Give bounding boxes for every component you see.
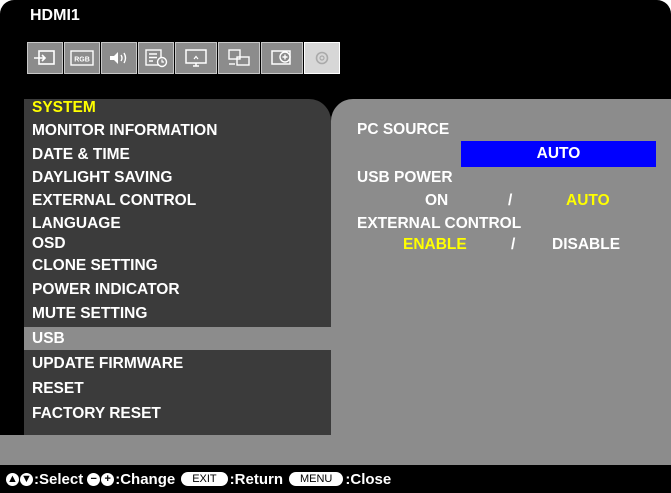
protect-icon[interactable] <box>261 42 303 74</box>
menu-item-power-indicator[interactable]: POWER INDICATOR <box>32 281 180 299</box>
footer-help-bar: ▲ ▼ :Select − + :Change EXIT :Return MEN… <box>0 465 671 493</box>
rgb-label: RGB <box>74 57 90 64</box>
menu-item-reset[interactable]: RESET <box>32 380 84 398</box>
input-source-title: HDMI1 <box>30 7 80 24</box>
footer-change: :Change <box>115 470 176 488</box>
external-control-option-disable[interactable]: DISABLE <box>552 236 620 254</box>
external-control-separator: / <box>511 236 516 253</box>
menu-item-external-control[interactable]: EXTERNAL CONTROL <box>32 192 196 210</box>
menu-item-clone-setting[interactable]: CLONE SETTING <box>32 257 158 275</box>
menu-item-update-firmware[interactable]: UPDATE FIRMWARE <box>32 355 183 373</box>
usb-power-option-auto[interactable]: AUTO <box>566 192 610 210</box>
bottom-strip <box>0 435 671 465</box>
menu-item-date-time[interactable]: DATE & TIME <box>32 146 130 164</box>
system-icon[interactable] <box>304 42 340 74</box>
schedule-icon[interactable] <box>138 42 174 74</box>
up-arrow-icon: ▲ <box>6 472 19 486</box>
menu-item-usb[interactable]: USB <box>32 330 65 348</box>
menu-header-system: SYSTEM <box>32 99 96 116</box>
osd-window: HDMI1 RGB SYSTEM MONITOR INFORMATION DAT… <box>0 0 671 493</box>
usb-power-label: USB POWER <box>357 169 453 186</box>
selected-item-highlight <box>24 327 331 350</box>
input-icon[interactable] <box>27 42 63 74</box>
usb-power-option-on[interactable]: ON <box>425 192 448 210</box>
monitor-icon[interactable] <box>175 42 217 74</box>
footer-close: :Close <box>345 470 392 488</box>
menu-item-daylight-saving[interactable]: DAYLIGHT SAVING <box>32 169 172 187</box>
rgb-picture-icon[interactable]: RGB <box>64 42 100 74</box>
footer-select: :Select <box>34 470 84 488</box>
menu-key-icon: MENU <box>288 472 344 486</box>
menu-item-mute-setting[interactable]: MUTE SETTING <box>32 305 147 323</box>
menu-icon-bar: RGB <box>27 42 340 74</box>
down-arrow-icon: ▼ <box>20 472 33 486</box>
external-control-label: EXTERNAL CONTROL <box>357 215 522 232</box>
plus-icon: + <box>101 472 115 486</box>
minus-icon: − <box>87 472 101 486</box>
menu-item-monitor-information[interactable]: MONITOR INFORMATION <box>32 122 217 140</box>
audio-icon[interactable] <box>101 42 137 74</box>
exit-key-icon: EXIT <box>181 472 228 486</box>
menu-item-language[interactable]: LANGUAGE <box>32 215 121 233</box>
multi-display-icon[interactable] <box>218 42 260 74</box>
external-control-option-enable[interactable]: ENABLE <box>403 236 467 254</box>
pc-source-value-selector[interactable]: AUTO <box>461 141 656 167</box>
footer-return: :Return <box>229 470 283 488</box>
pc-source-value: AUTO <box>536 145 581 162</box>
usb-power-separator: / <box>508 192 513 209</box>
menu-item-osd[interactable]: OSD <box>32 235 66 253</box>
pc-source-label: PC SOURCE <box>357 121 450 138</box>
menu-item-factory-reset[interactable]: FACTORY RESET <box>32 405 161 423</box>
